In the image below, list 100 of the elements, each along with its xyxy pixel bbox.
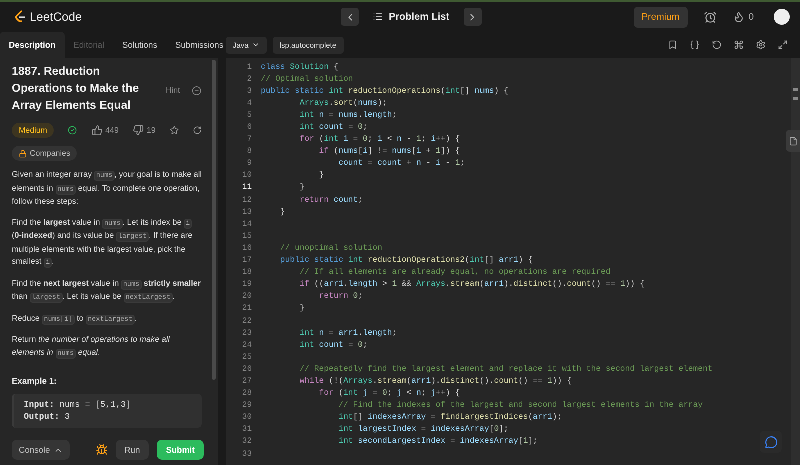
code-line: count = count + n - i - 1; [338, 159, 466, 168]
code-line: int n = arr1.length; [298, 328, 398, 338]
line-number: 21 [241, 304, 252, 314]
line-number: 3 [246, 86, 252, 96]
thumbs-down-icon [132, 125, 144, 136]
line-number: 14 [241, 220, 252, 229]
line-number: 33 [241, 450, 252, 459]
line-number: 6 [246, 123, 252, 132]
code-line: for (int j = 0; j < n; j++) { [318, 389, 460, 398]
line-number: 2 [246, 74, 252, 84]
line-number: 7 [246, 135, 252, 144]
settings-icon[interactable] [756, 40, 766, 50]
next-button[interactable] [464, 8, 482, 26]
line-number: 20 [241, 292, 252, 302]
code-line: public static int reductionOperations(int[] nums) { [261, 86, 509, 96]
line-number: 23 [241, 328, 252, 338]
code-line: int count = 0; [298, 123, 368, 132]
line-number: 32 [241, 437, 252, 446]
code-line: // Repeatedly find the largest element and replace it with the second largest element [298, 364, 713, 374]
code-line: int[] indexesArray = findLargestIndices(arr1); [338, 413, 562, 422]
line-number: 16 [241, 244, 252, 253]
run-button[interactable]: Run [116, 440, 150, 460]
code-line: if ((arr1.length > 1 && Arrays.stream(arr1).distinct().count() == 1)) { [298, 280, 645, 290]
alarm-clock-icon[interactable] [704, 10, 717, 24]
code-line: // If all elements are already equal, no operations are required [298, 268, 611, 278]
line-number: 12 [241, 196, 252, 205]
line-number: 9 [246, 159, 252, 168]
line-number: 15 [241, 232, 252, 241]
bookmark-icon[interactable] [668, 40, 678, 50]
line-number: 10 [241, 171, 252, 180]
code-line: if (nums[i] != nums[i + 1]) { [318, 147, 460, 156]
problem-list-button[interactable]: Problem List [367, 12, 456, 22]
avatar[interactable] [774, 9, 790, 25]
expand-icon[interactable] [778, 40, 788, 50]
code-line: int n = nums.length; [298, 110, 398, 120]
side-panel-button[interactable] [786, 130, 800, 152]
line-number: 8 [246, 147, 252, 156]
code-line: // Optimal solution [261, 74, 354, 84]
example-line: Input: nums = [5,1,3] [24, 400, 132, 410]
logo-icon [14, 10, 26, 24]
code-line: return 0; [318, 292, 364, 302]
example-heading: Example 1: [12, 376, 58, 386]
dislike-button[interactable]: 19 [132, 125, 156, 136]
file-icon [788, 136, 798, 146]
example-line: Output: 3 [24, 412, 71, 422]
line-number: 24 [241, 340, 252, 350]
flame-icon [732, 11, 745, 23]
line-number: 22 [241, 316, 252, 326]
circle-minus-icon[interactable] [192, 86, 202, 96]
line-number: 1 [246, 62, 252, 72]
console-button[interactable]: Console [12, 440, 70, 460]
code-line: int count = 0; [298, 340, 368, 350]
line-number: 4 [246, 98, 252, 108]
share-icon[interactable] [192, 125, 202, 136]
thumbs-up-icon [92, 125, 103, 136]
line-number: 28 [241, 389, 252, 398]
tab[interactable]: Solutions [113, 32, 166, 58]
line-number: 11 [241, 183, 252, 192]
previous-button[interactable] [341, 8, 359, 26]
line-number: 25 [241, 352, 252, 362]
line-number: 13 [241, 208, 252, 217]
star-icon[interactable] [170, 125, 179, 136]
line-number: 19 [241, 280, 252, 290]
chat-button[interactable] [760, 431, 782, 453]
line-number: 27 [241, 376, 252, 386]
code-line: // Find the indexes of the largest and second largest elements in the array [338, 401, 703, 410]
like-button[interactable]: 449 [92, 125, 119, 136]
bug-icon[interactable] [96, 444, 108, 456]
line-number: 17 [241, 256, 252, 266]
hint-link[interactable]: Hint [166, 86, 180, 95]
command-icon[interactable] [734, 40, 744, 50]
code-line: return count; [298, 196, 364, 205]
code-line: } [279, 208, 286, 217]
code-line: class Solution { [261, 62, 339, 72]
chevron-down-icon [252, 41, 260, 49]
code-line: public static int reductionOperations2(int[] arr1) { [279, 256, 534, 266]
premium-button[interactable]: Premium [634, 6, 688, 28]
list-icon [373, 12, 383, 22]
logo-text: LeetCode [30, 10, 82, 24]
difficulty-badge: Medium [12, 123, 54, 138]
code-line: for (int i = 0; i < n - 1; i++) { [298, 135, 460, 144]
braces-icon[interactable] [690, 40, 700, 50]
tab[interactable]: Description [0, 32, 65, 58]
code-line: } [298, 183, 305, 192]
line-number: 29 [241, 401, 252, 410]
code-line: // unoptimal solution [279, 244, 382, 253]
reset-icon[interactable] [712, 40, 722, 50]
companies-tag[interactable]: Companies [12, 146, 78, 161]
code-line: } [318, 171, 324, 180]
code-line: int largestIndex = indexesArray[0]; [338, 425, 509, 434]
code-line: } [298, 304, 305, 314]
line-number: 18 [241, 268, 252, 278]
lock-icon [19, 150, 27, 158]
line-number: 5 [246, 110, 252, 120]
line-number: 26 [241, 364, 252, 374]
streak-button[interactable]: 0 [732, 11, 754, 23]
problem-title: 1887. Reduction Operations to Make the Array Elements Equal [12, 65, 140, 114]
code-line: while (!(Arrays.stream(arr1).distinct().count() == 1)) { [298, 376, 572, 386]
code-line: Arrays.sort(nums); [298, 98, 388, 108]
code-line: int secondLargestIndex = indexesArray[1]; [338, 437, 538, 446]
